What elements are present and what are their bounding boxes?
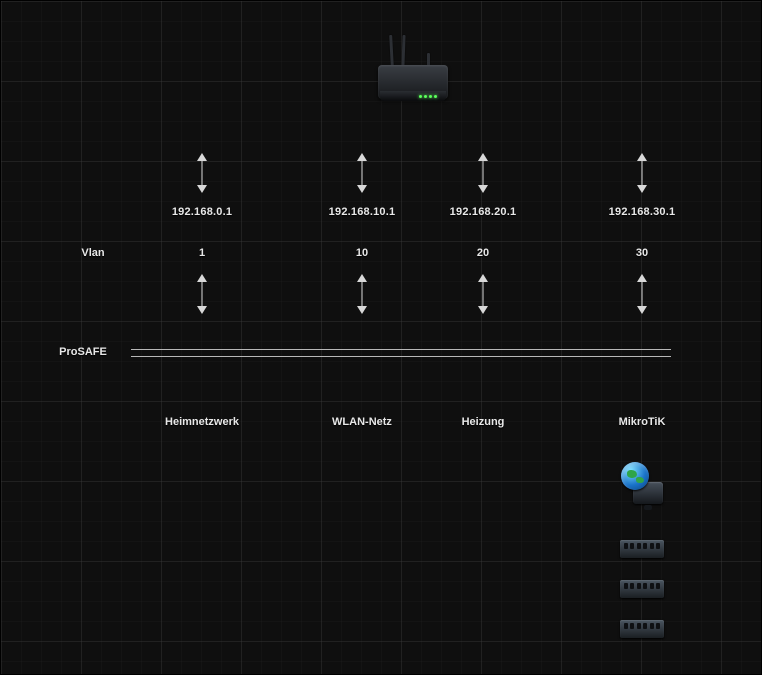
link-arrow-upper-3 (635, 153, 649, 193)
switch-label: ProSAFE (59, 346, 107, 358)
vlan-id-0: 1 (199, 247, 205, 259)
router-icon (368, 41, 458, 101)
network-name-3: MikroTiK (619, 416, 666, 428)
network-name-0: Heimnetzwerk (165, 416, 239, 428)
ip-label-0: 192.168.0.1 (172, 206, 232, 218)
network-diagram-canvas: Vlan ProSAFE 192.168.0.1 1 Heimnetzwerk 192… (0, 0, 762, 675)
link-arrow-upper-2 (476, 153, 490, 193)
vlan-id-2: 20 (477, 247, 489, 259)
link-arrow-upper-0 (195, 153, 209, 193)
switch-bar (131, 349, 671, 357)
link-arrow-lower-1 (355, 274, 369, 314)
link-arrow-upper-1 (355, 153, 369, 193)
vlan-row-title: Vlan (81, 247, 104, 259)
network-name-2: Heizung (462, 416, 505, 428)
ip-label-3: 192.168.30.1 (609, 206, 676, 218)
ip-label-2: 192.168.20.1 (450, 206, 517, 218)
mini-switch-icon-1 (620, 580, 664, 598)
globe-pc-icon (619, 460, 665, 506)
link-arrow-lower-0 (195, 274, 209, 314)
vlan-id-3: 30 (636, 247, 648, 259)
mini-switch-icon-0 (620, 540, 664, 558)
link-arrow-lower-2 (476, 274, 490, 314)
vlan-id-1: 10 (356, 247, 368, 259)
network-name-1: WLAN-Netz (332, 416, 392, 428)
link-arrow-lower-3 (635, 274, 649, 314)
mini-switch-icon-2 (620, 620, 664, 638)
ip-label-1: 192.168.10.1 (329, 206, 396, 218)
